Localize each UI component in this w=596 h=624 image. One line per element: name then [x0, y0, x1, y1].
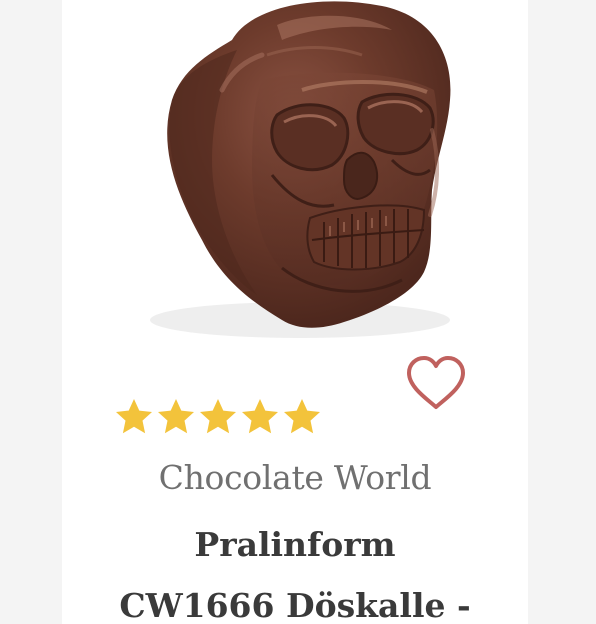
product-image[interactable] [62, 0, 528, 345]
brand-name[interactable]: Chocolate World [62, 452, 528, 504]
star-rating [114, 397, 322, 439]
star-icon [242, 399, 278, 434]
product-title-line-1[interactable]: Pralinform [62, 520, 528, 570]
chocolate-skull-image [150, 1, 451, 338]
product-title-line-2[interactable]: CW1666 Döskalle - [62, 581, 528, 624]
star-icon [284, 399, 320, 434]
heart-outline-icon [407, 356, 465, 409]
wishlist-button[interactable] [405, 355, 467, 413]
product-card[interactable]: Chocolate World Pralinform CW1666 Döskal… [62, 0, 528, 624]
star-icon [200, 399, 236, 434]
page: Chocolate World Pralinform CW1666 Döskal… [0, 0, 596, 624]
star-icon [158, 399, 194, 434]
star-icon [116, 399, 152, 434]
